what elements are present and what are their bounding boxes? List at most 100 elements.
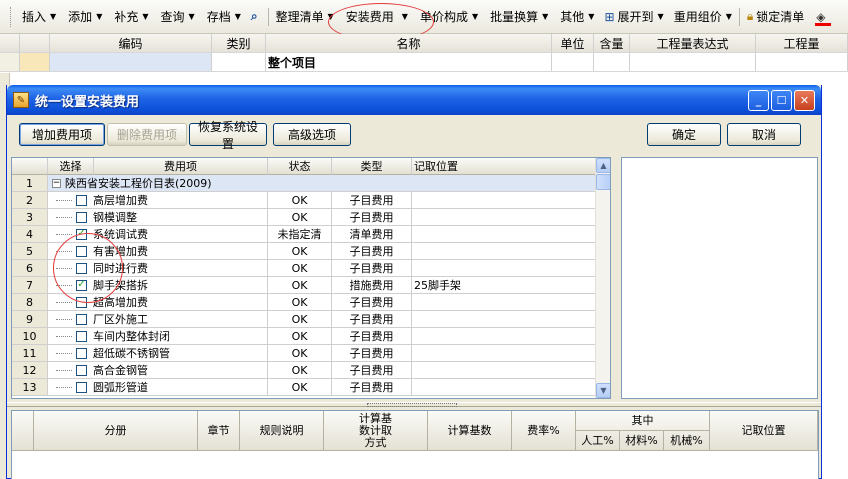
header-status[interactable]: 状态 bbox=[268, 158, 332, 175]
maximize-button[interactable]: ☐ bbox=[771, 90, 792, 111]
fee-item-cell[interactable]: 同时进行费 bbox=[48, 260, 268, 277]
select-checkbox[interactable] bbox=[76, 381, 87, 393]
status-cell[interactable]: OK bbox=[268, 379, 332, 396]
header-fee-item[interactable]: 费用项 bbox=[94, 158, 268, 175]
fee-item-cell[interactable]: 高层增加费 bbox=[48, 192, 268, 209]
unit-price-button[interactable]: 单价构成 ▼ bbox=[417, 6, 481, 28]
status-cell[interactable]: OK bbox=[268, 345, 332, 362]
sheet-cell[interactable] bbox=[630, 53, 756, 71]
fee-item-cell[interactable]: 超低碳不锈钢管 bbox=[48, 345, 268, 362]
fee-item-cell[interactable]: 车间内整体封闭 bbox=[48, 328, 268, 345]
type-cell[interactable]: 子目费用 bbox=[332, 345, 412, 362]
group-label-cell[interactable]: − 陕西省安装工程价目表(2009) bbox=[48, 175, 596, 192]
status-cell[interactable]: OK bbox=[268, 311, 332, 328]
position-cell[interactable] bbox=[412, 243, 596, 260]
header-material[interactable]: 材料% bbox=[620, 431, 664, 451]
table-row[interactable]: 7 ✓ 脚手架搭拆 OK 措施费用 25脚手架 bbox=[12, 277, 596, 294]
status-cell[interactable]: OK bbox=[268, 328, 332, 345]
header-rate[interactable]: 费率% bbox=[512, 411, 576, 451]
reuse-price-button[interactable]: 重用组价 ▼ bbox=[671, 6, 735, 28]
header-rule-desc[interactable]: 规则说明 bbox=[240, 411, 324, 451]
type-cell[interactable]: 子目费用 bbox=[332, 243, 412, 260]
detail-panel[interactable] bbox=[621, 157, 818, 399]
table-row[interactable]: 5 有害增加费 OK 子目费用 bbox=[12, 243, 596, 260]
scroll-down-button[interactable]: ▼ bbox=[596, 383, 610, 398]
type-cell[interactable]: 子目费用 bbox=[332, 328, 412, 345]
sheet-header-expression[interactable]: 工程量表达式 bbox=[630, 34, 756, 52]
select-checkbox[interactable] bbox=[76, 347, 87, 359]
position-cell[interactable] bbox=[412, 345, 596, 362]
table-row[interactable]: 9 厂区外施工 OK 子目费用 bbox=[12, 311, 596, 328]
table-row[interactable]: 2 高层增加费 OK 子目费用 bbox=[12, 192, 596, 209]
add-fee-item-button[interactable]: 增加费用项 bbox=[19, 123, 105, 146]
fee-item-cell[interactable]: ✓ 脚手架搭拆 bbox=[48, 277, 268, 294]
type-cell[interactable]: 子目费用 bbox=[332, 260, 412, 277]
select-checkbox[interactable] bbox=[76, 194, 87, 206]
header-machine[interactable]: 机械% bbox=[664, 431, 710, 451]
position-cell[interactable] bbox=[412, 192, 596, 209]
table-row[interactable]: 13 圆弧形管道 OK 子目费用 bbox=[12, 379, 596, 396]
sheet-cell[interactable] bbox=[552, 53, 594, 71]
table-row[interactable]: 12 高合金钢管 OK 子目费用 bbox=[12, 362, 596, 379]
select-checkbox[interactable] bbox=[76, 296, 87, 308]
sheet-header-code[interactable]: 编码 bbox=[50, 34, 212, 52]
status-cell[interactable]: OK bbox=[268, 243, 332, 260]
status-cell[interactable]: 未指定清 bbox=[268, 226, 332, 243]
type-cell[interactable]: 子目费用 bbox=[332, 362, 412, 379]
header-labor[interactable]: 人工% bbox=[576, 431, 620, 451]
expand-to-button[interactable]: ⊞ 展开到 ▼ bbox=[601, 6, 666, 28]
type-cell[interactable]: 子目费用 bbox=[332, 192, 412, 209]
position-cell[interactable] bbox=[412, 260, 596, 277]
sheet-cell[interactable] bbox=[20, 53, 50, 71]
position-cell[interactable]: 25脚手架 bbox=[412, 277, 596, 294]
header-charge-position[interactable]: 记取位置 bbox=[710, 411, 818, 451]
sheet-cell[interactable] bbox=[212, 53, 266, 71]
fee-item-cell[interactable]: 厂区外施工 bbox=[48, 311, 268, 328]
archive-button[interactable]: 存档 ▼ bbox=[204, 6, 244, 28]
header-select[interactable]: 选择 bbox=[48, 158, 94, 175]
add-button[interactable]: 添加 ▼ bbox=[65, 6, 105, 28]
restore-defaults-button[interactable]: 恢复系统设置 bbox=[189, 120, 267, 151]
fee-item-cell[interactable]: ✓ 系统调试费 bbox=[48, 226, 268, 243]
type-cell[interactable]: 子目费用 bbox=[332, 294, 412, 311]
type-cell[interactable]: 子目费用 bbox=[332, 209, 412, 226]
table-row[interactable]: 8 超高增加费 OK 子目费用 bbox=[12, 294, 596, 311]
position-cell[interactable] bbox=[412, 379, 596, 396]
status-cell[interactable]: OK bbox=[268, 277, 332, 294]
find-button[interactable]: ⌕ bbox=[248, 6, 264, 28]
header-base-method[interactable]: 计算基数计取方式 bbox=[324, 411, 428, 451]
splitter-grip[interactable] bbox=[367, 403, 457, 407]
scroll-thumb[interactable] bbox=[596, 174, 610, 190]
fill-color-button[interactable]: ◈ bbox=[813, 6, 833, 28]
install-fee-button[interactable]: 安装费用 ▼ bbox=[343, 6, 411, 28]
header-type[interactable]: 类型 bbox=[332, 158, 412, 175]
sheet-header-content[interactable]: 含量 bbox=[594, 34, 630, 52]
minimize-button[interactable]: _ bbox=[748, 90, 769, 111]
sheet-header-name[interactable]: 名称 bbox=[266, 34, 552, 52]
sheet-header-category[interactable]: 类别 bbox=[212, 34, 266, 52]
position-cell[interactable] bbox=[412, 362, 596, 379]
sheet-cell[interactable] bbox=[594, 53, 630, 71]
position-cell[interactable] bbox=[412, 328, 596, 345]
cancel-button[interactable]: 取消 bbox=[727, 123, 801, 146]
sheet-header-quantity[interactable]: 工程量 bbox=[756, 34, 848, 52]
panel-splitter[interactable] bbox=[7, 402, 821, 407]
status-cell[interactable]: OK bbox=[268, 209, 332, 226]
select-checkbox[interactable] bbox=[76, 245, 87, 257]
table-row[interactable]: 4 ✓ 系统调试费 未指定清 清单费用 bbox=[12, 226, 596, 243]
organize-list-button[interactable]: 整理清单 ▼ bbox=[273, 6, 337, 28]
select-checkbox[interactable] bbox=[76, 313, 87, 325]
toolbar-grip[interactable] bbox=[10, 6, 13, 27]
lock-list-button[interactable]: 🔒︎ 锁定清单 bbox=[744, 6, 807, 28]
table-row[interactable]: 6 同时进行费 OK 子目费用 bbox=[12, 260, 596, 277]
select-checkbox[interactable] bbox=[76, 330, 87, 342]
select-checkbox[interactable]: ✓ bbox=[76, 279, 87, 291]
position-cell[interactable] bbox=[412, 294, 596, 311]
ok-button[interactable]: 确定 bbox=[647, 123, 721, 146]
fee-item-cell[interactable]: 超高增加费 bbox=[48, 294, 268, 311]
insert-button[interactable]: 插入 ▼ bbox=[19, 6, 59, 28]
status-cell[interactable]: OK bbox=[268, 362, 332, 379]
status-cell[interactable]: OK bbox=[268, 260, 332, 277]
fee-item-cell[interactable]: 钢模调整 bbox=[48, 209, 268, 226]
supplement-button[interactable]: 补充 ▼ bbox=[111, 6, 151, 28]
